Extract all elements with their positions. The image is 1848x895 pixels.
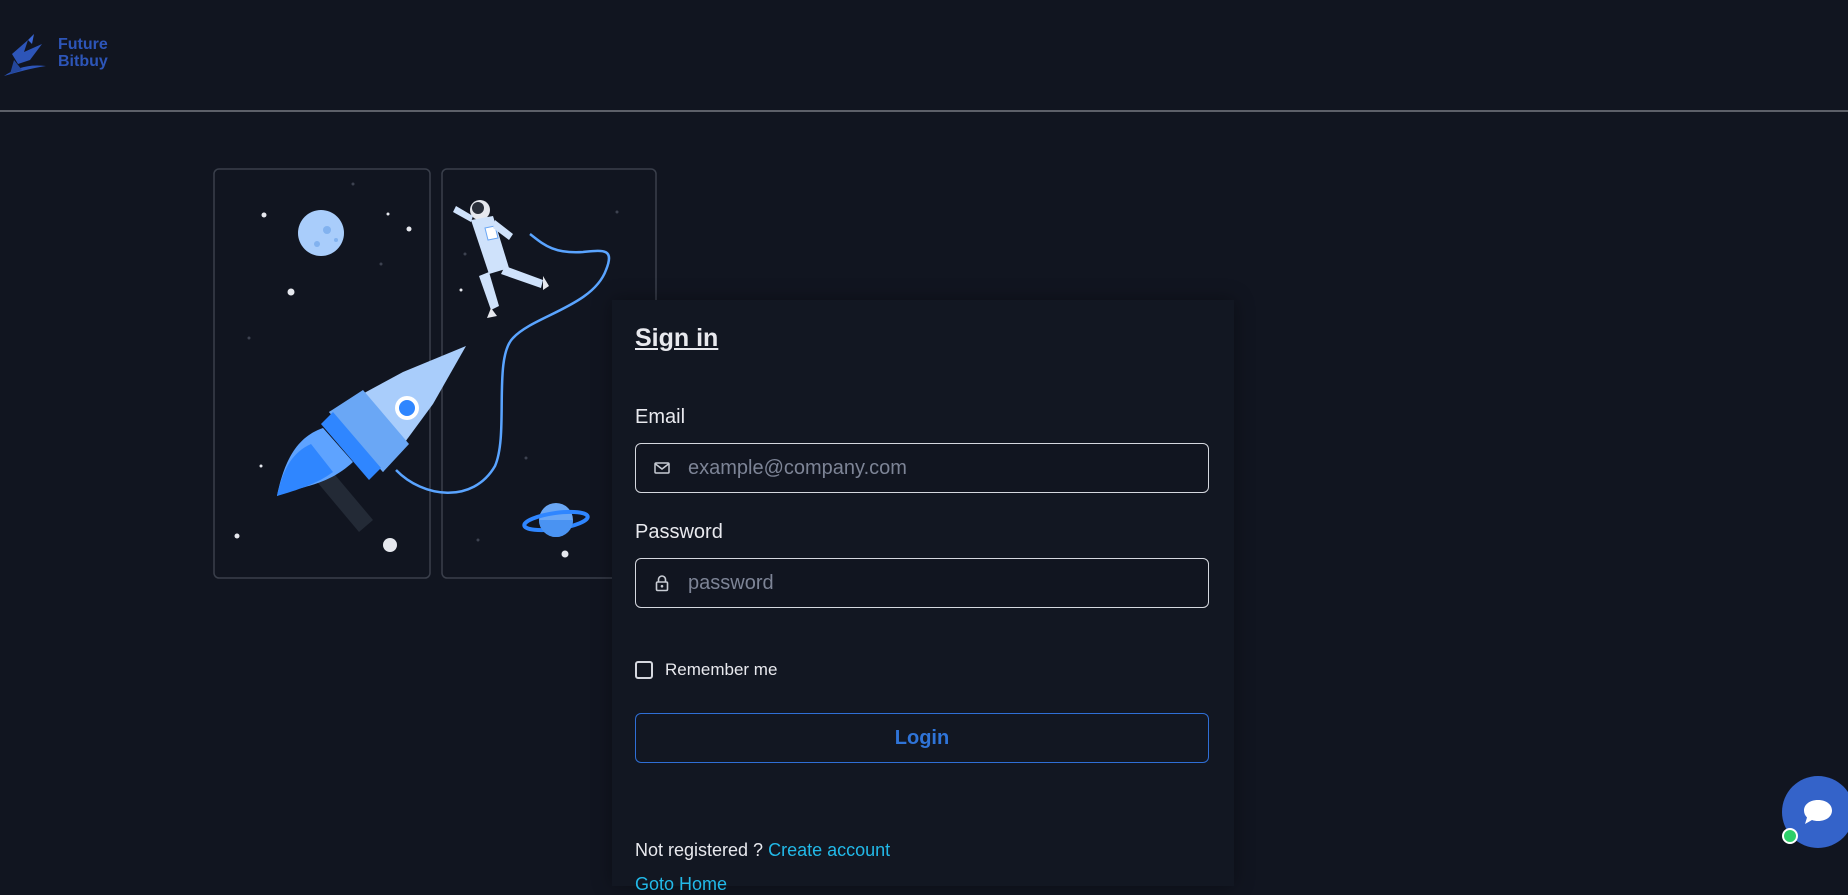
password-field-wrapper bbox=[635, 558, 1209, 608]
brand-line-2: Bitbuy bbox=[58, 53, 108, 70]
online-status-dot bbox=[1782, 828, 1798, 844]
small-planet bbox=[383, 538, 397, 552]
brand-line-1: Future bbox=[58, 36, 108, 53]
chat-bubble-icon bbox=[1804, 800, 1832, 824]
mail-icon bbox=[650, 456, 674, 480]
login-button[interactable]: Login bbox=[635, 713, 1209, 763]
moon bbox=[298, 210, 344, 256]
space-illustration bbox=[213, 168, 657, 579]
email-label: Email bbox=[635, 406, 686, 428]
email-field-wrapper bbox=[635, 443, 1209, 493]
not-registered-text: Not registered ? bbox=[635, 840, 764, 860]
astronaut bbox=[453, 200, 549, 318]
email-input[interactable] bbox=[686, 443, 1208, 493]
password-label: Password bbox=[635, 521, 723, 543]
top-bar: Future Bitbuy bbox=[0, 0, 1848, 112]
rocket bbox=[277, 346, 466, 532]
bird-logo-icon bbox=[4, 34, 46, 76]
brand-name: Future Bitbuy bbox=[58, 36, 108, 70]
signin-title: Sign in bbox=[635, 324, 719, 352]
password-input[interactable] bbox=[686, 558, 1208, 608]
remember-me-checkbox[interactable] bbox=[635, 661, 653, 679]
ringed-planet bbox=[522, 503, 590, 537]
brand-logo[interactable]: Future Bitbuy bbox=[2, 30, 122, 82]
lock-icon bbox=[650, 571, 674, 595]
register-prompt: Not registered ? Create account bbox=[635, 840, 890, 861]
go-home-link[interactable]: Goto Home bbox=[635, 874, 727, 895]
remember-me: Remember me bbox=[635, 660, 777, 680]
create-account-link[interactable]: Create account bbox=[768, 840, 890, 860]
remember-me-label[interactable]: Remember me bbox=[665, 660, 777, 680]
